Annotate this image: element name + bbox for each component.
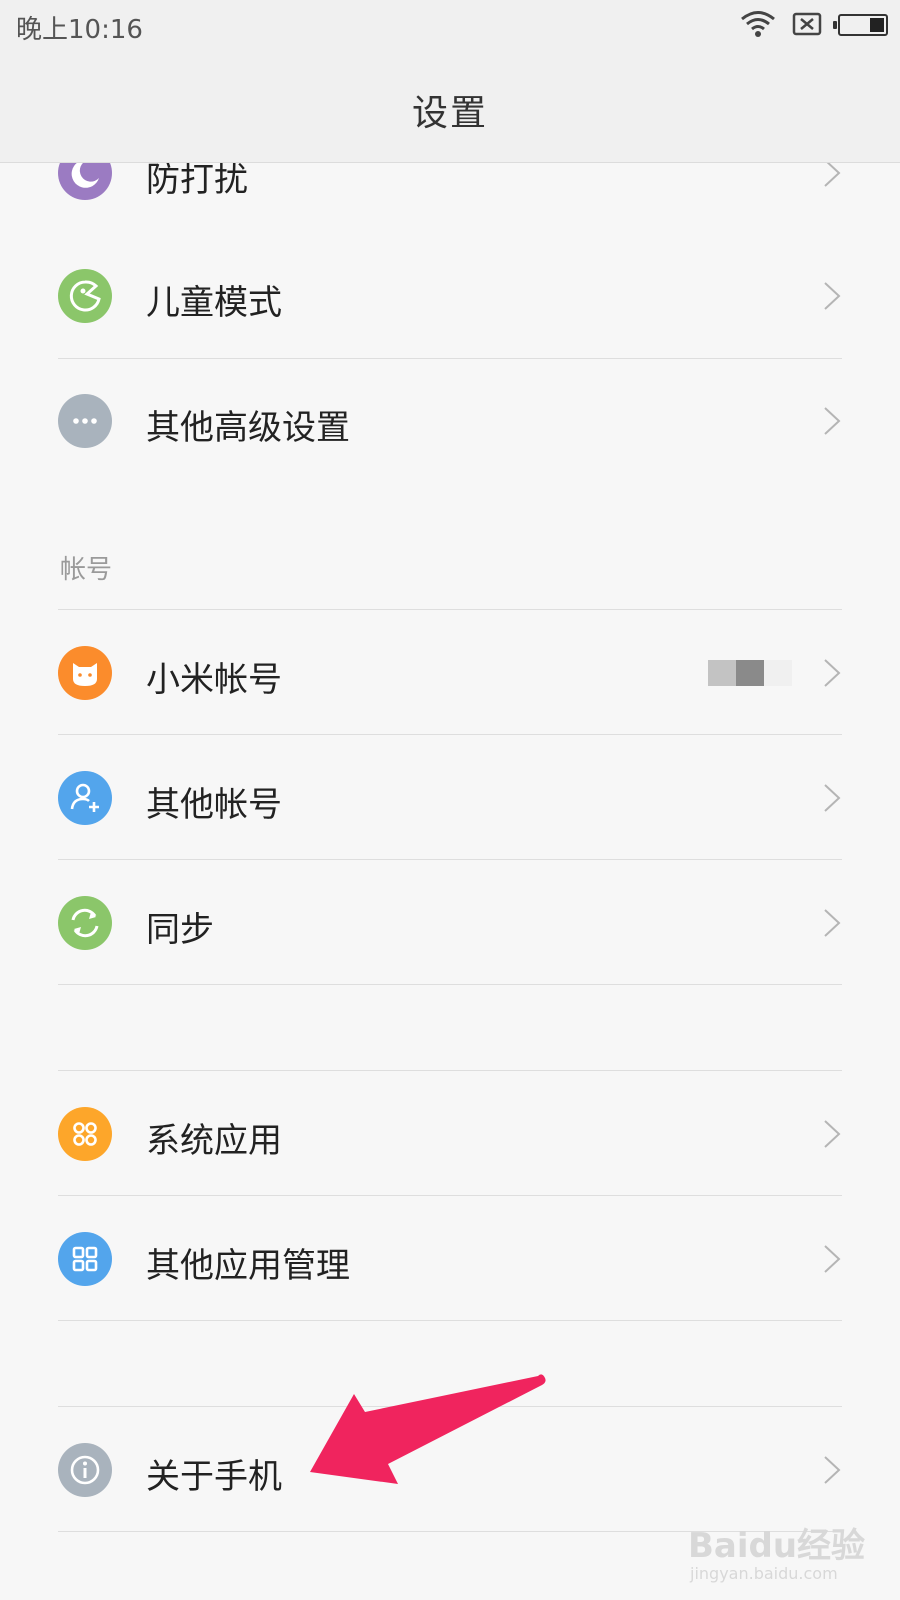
- settings-item-dnd[interactable]: 防打扰: [0, 163, 900, 236]
- settings-item-label: 其他帐号: [146, 785, 282, 825]
- watermark: Baidu经验 jingyan.baidu.com: [688, 1518, 868, 1590]
- settings-item-label: 其他应用管理: [146, 1246, 350, 1286]
- settings-item-label: 系统应用: [146, 1121, 282, 1161]
- sync-icon: [58, 896, 112, 950]
- settings-item-label: 防打扰: [146, 163, 248, 200]
- status-bar: 晚上10:16: [0, 0, 900, 50]
- apps-grid-icon: [58, 1232, 112, 1286]
- settings-item-mi-account[interactable]: 小米帐号: [0, 610, 900, 736]
- wifi-icon: [741, 11, 775, 37]
- chevron-right-icon: [822, 658, 842, 688]
- battery-icon: [833, 14, 888, 36]
- settings-item-other-accounts[interactable]: 其他帐号: [0, 735, 900, 861]
- redacted-account-value: [708, 660, 792, 686]
- chevron-right-icon: [822, 1244, 842, 1274]
- chevron-right-icon: [822, 281, 842, 311]
- no-sim-icon: [792, 12, 822, 36]
- chevron-right-icon: [822, 783, 842, 813]
- settings-item-kids-mode[interactable]: 儿童模式: [0, 233, 900, 359]
- divider: [58, 1320, 842, 1321]
- more-dots-icon: [58, 394, 112, 448]
- mi-bunny-icon: [58, 646, 112, 700]
- chevron-right-icon: [822, 406, 842, 436]
- chevron-right-icon: [822, 1119, 842, 1149]
- settings-item-advanced[interactable]: 其他高级设置: [0, 358, 900, 484]
- kids-face-icon: [58, 269, 112, 323]
- status-time: 晚上10:16: [16, 15, 143, 45]
- divider: [58, 984, 842, 985]
- apps-grid-icon: [58, 1107, 112, 1161]
- moon-icon: [58, 163, 112, 200]
- title-bar: 设置: [0, 50, 900, 163]
- section-header-accounts: 帐号: [60, 555, 113, 585]
- info-icon: [58, 1443, 112, 1497]
- chevron-right-icon: [822, 908, 842, 938]
- annotation-arrow-shape: [310, 1374, 546, 1484]
- page-title: 设置: [411, 93, 488, 134]
- settings-item-label: 其他高级设置: [146, 408, 350, 448]
- annotation-arrow-icon: [310, 1374, 546, 1484]
- settings-item-sync[interactable]: 同步: [0, 860, 900, 986]
- settings-item-other-apps[interactable]: 其他应用管理: [0, 1196, 900, 1322]
- settings-item-system-apps[interactable]: 系统应用: [0, 1071, 900, 1197]
- chevron-right-icon: [822, 163, 842, 188]
- chevron-right-icon: [822, 1455, 842, 1485]
- settings-item-label: 关于手机: [146, 1457, 282, 1497]
- watermark-url: jingyan.baidu.com: [690, 1564, 838, 1583]
- settings-item-label: 儿童模式: [146, 283, 282, 323]
- add-person-icon: [58, 771, 112, 825]
- settings-item-label: 小米帐号: [146, 660, 282, 700]
- watermark-logo: Baidu经验: [688, 1526, 866, 1566]
- settings-item-label: 同步: [146, 910, 214, 950]
